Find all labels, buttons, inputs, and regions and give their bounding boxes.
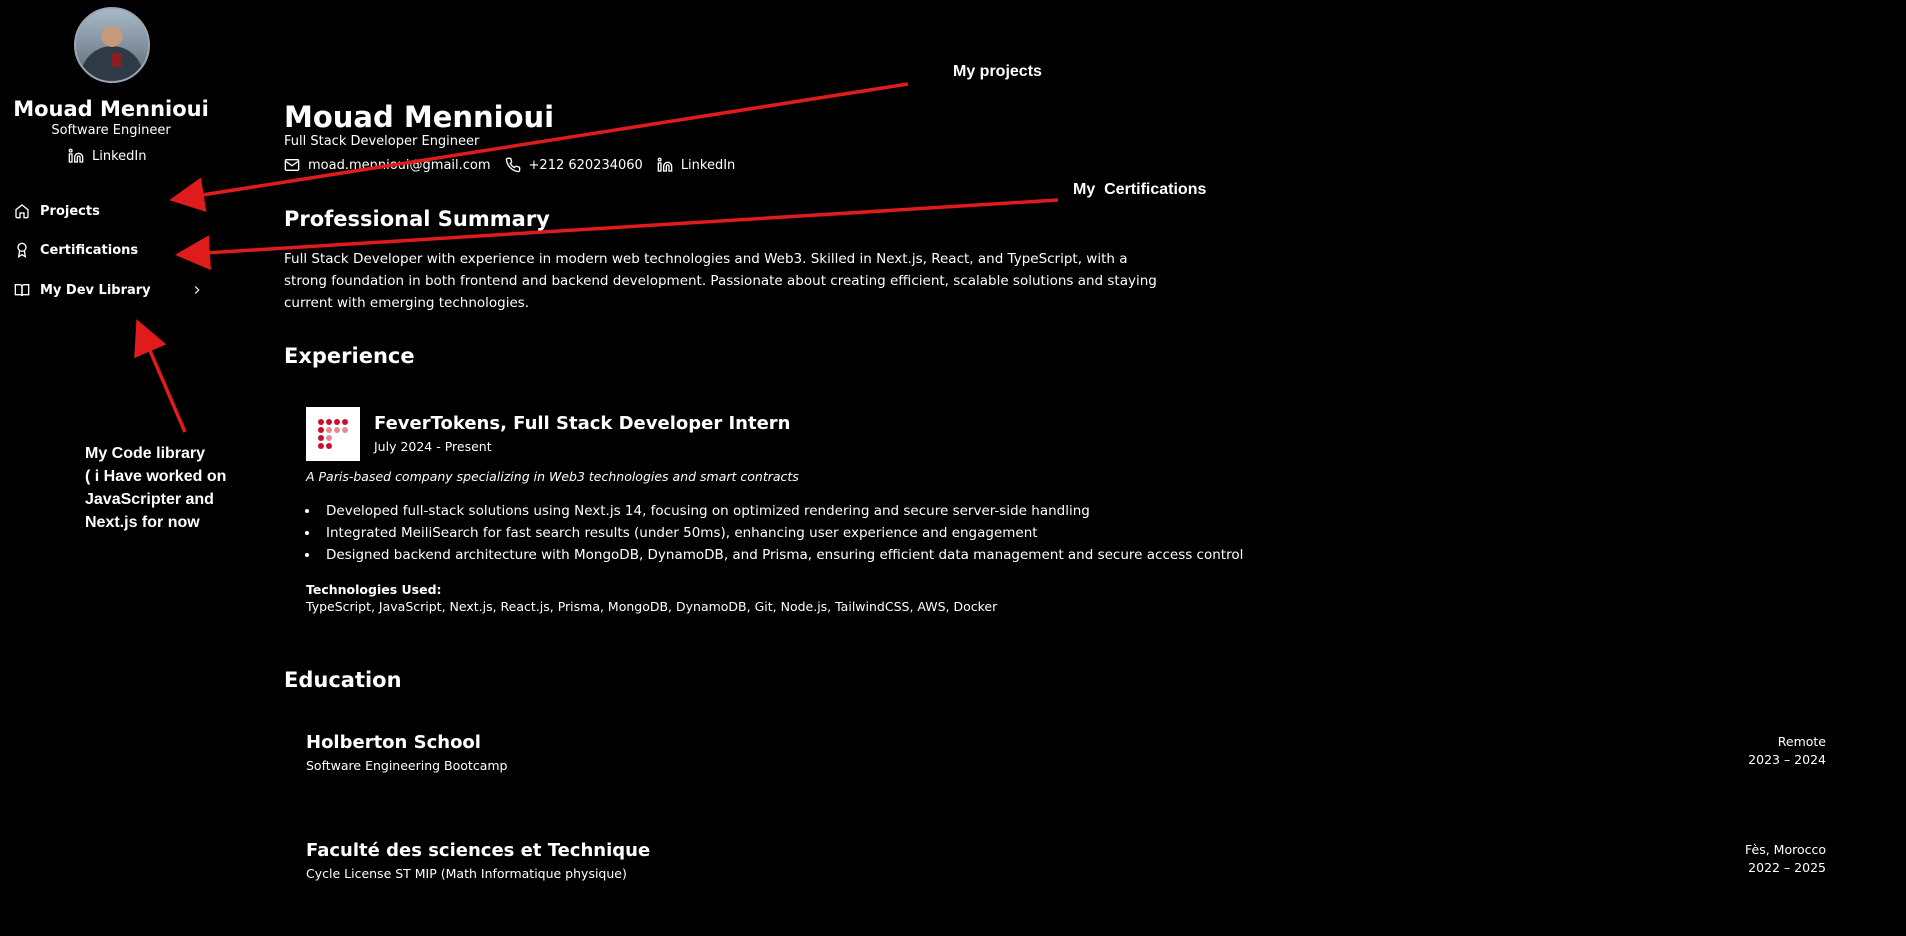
school-years: 2022 – 2025 <box>1748 860 1826 875</box>
education-heading: Education <box>284 668 402 692</box>
home-icon <box>15 204 29 219</box>
annotation-library: My Code library ( i Have worked on JavaS… <box>85 442 226 534</box>
annotation-projects: My projects <box>953 63 1042 80</box>
header-linkedin-link[interactable]: LinkedIn <box>657 157 735 173</box>
linkedin-icon <box>68 148 84 163</box>
annotation-line: JavaScripter and <box>85 491 214 508</box>
experience-date: July 2024 - Present <box>374 439 492 454</box>
program-name: Software Engineering Bootcamp <box>306 758 508 773</box>
annotation-certifications: My Certifications <box>1073 181 1207 198</box>
email-link[interactable]: moad.mennioui@gmail.com <box>284 157 491 173</box>
school-name: Holberton School <box>306 732 481 753</box>
tech-list: TypeScript, JavaScript, Next.js, React.j… <box>306 599 998 614</box>
annotation-line: My Code library <box>85 445 206 462</box>
mail-icon <box>284 159 300 171</box>
avatar <box>74 7 150 83</box>
award-icon <box>17 242 27 258</box>
linkedin-icon <box>657 157 673 172</box>
annotation-line: ( i Have worked on <box>85 468 227 485</box>
page-title: Mouad Mennioui <box>284 100 555 134</box>
chevron-right-icon[interactable] <box>190 283 204 297</box>
nav-item-dev-library[interactable]: My Dev Library <box>14 277 204 303</box>
avatar-phone-detail <box>112 53 122 67</box>
school-years: 2023 – 2024 <box>1748 752 1826 767</box>
contact-bar: moad.mennioui@gmail.com +212 620234060 L… <box>284 157 735 173</box>
sidebar-role: Software Engineer <box>51 123 171 138</box>
school-location: Remote <box>1777 734 1826 749</box>
summary-text: Full Stack Developer with experience in … <box>284 251 1157 311</box>
nav-item-certifications[interactable]: Certifications <box>14 237 204 263</box>
resume-main: Mouad Mennioui Full Stack Developer Engi… <box>284 0 1904 936</box>
sidebar-linkedin-label: LinkedIn <box>92 148 147 164</box>
phone-text: +212 620234060 <box>528 157 643 173</box>
nav-item-label: My Dev Library <box>40 282 151 298</box>
list-item: Designed backend architecture with Mongo… <box>320 544 1243 566</box>
list-item: Integrated MeiliSearch for fast search r… <box>320 522 1243 544</box>
sidebar-name: Mouad Mennioui <box>13 97 209 121</box>
sidebar-linkedin-link[interactable]: LinkedIn <box>68 148 146 164</box>
fevertokens-logo <box>306 407 360 461</box>
school-location: Fès, Morocco <box>1745 842 1826 857</box>
experience-bullets: Developed full-stack solutions using Nex… <box>306 500 1243 566</box>
nav-item-label: Projects <box>40 203 100 219</box>
nav-item-projects[interactable]: Projects <box>14 198 204 224</box>
job-title: Full Stack Developer Engineer <box>284 134 480 149</box>
annotation-line: Next.js for now <box>85 514 200 531</box>
experience-heading: Experience <box>284 344 415 368</box>
book-icon <box>14 284 30 297</box>
summary-heading: Professional Summary <box>284 207 550 231</box>
experience-title: FeverTokens, Full Stack Developer Intern <box>374 413 791 434</box>
email-text: moad.mennioui@gmail.com <box>308 157 491 173</box>
list-item: Developed full-stack solutions using Nex… <box>320 500 1243 522</box>
school-name: Faculté des sciences et Technique <box>306 840 651 861</box>
nav-item-label: Certifications <box>40 242 139 258</box>
header-linkedin-label: LinkedIn <box>680 157 736 173</box>
phone-icon <box>505 157 520 173</box>
program-name: Cycle License ST MIP (Math Informatique … <box>306 866 627 881</box>
experience-description: A Paris-based company specializing in We… <box>306 469 799 484</box>
tech-label: Technologies Used: <box>306 582 442 597</box>
phone-link[interactable]: +212 620234060 <box>505 157 643 173</box>
